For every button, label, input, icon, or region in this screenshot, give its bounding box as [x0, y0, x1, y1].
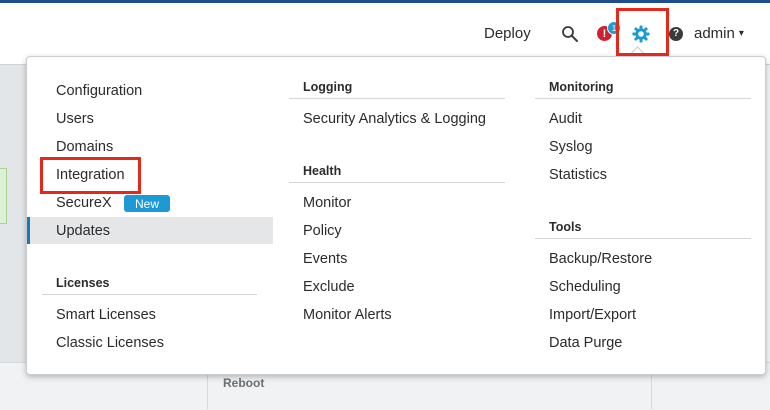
section-title-licenses: Licenses: [56, 276, 110, 290]
deploy-button[interactable]: Deploy: [484, 3, 531, 64]
alert-count-badge: 1: [607, 21, 621, 35]
section-divider: [289, 182, 505, 183]
selected-item-indicator: [27, 217, 30, 244]
section-divider: [42, 294, 257, 295]
help-button[interactable]: ?: [669, 3, 683, 64]
menu-item-data-purge[interactable]: Data Purge: [549, 334, 622, 352]
section-title-tools: Tools: [549, 220, 582, 234]
menu-item-backup-restore[interactable]: Backup/Restore: [549, 250, 652, 268]
menu-item-policy[interactable]: Policy: [303, 222, 342, 240]
section-title-monitoring: Monitoring: [549, 80, 614, 94]
help-icon: ?: [669, 26, 683, 41]
menu-item-monitor[interactable]: Monitor: [303, 194, 351, 212]
system-settings-dropdown: Configuration Users Domains Integration …: [26, 56, 766, 375]
new-badge: New: [124, 195, 170, 212]
menu-item-integration[interactable]: Integration: [56, 166, 125, 184]
background-success-panel: [0, 168, 7, 224]
menu-item-domains[interactable]: Domains: [56, 138, 113, 156]
section-title-logging: Logging: [303, 80, 353, 94]
caret-down-icon: ▾: [738, 28, 744, 39]
user-name-label: admin: [694, 25, 735, 42]
menu-item-smart-licenses[interactable]: Smart Licenses: [56, 306, 156, 324]
menu-item-syslog[interactable]: Syslog: [549, 138, 593, 156]
gear-icon: [632, 24, 650, 43]
menu-item-events[interactable]: Events: [303, 250, 347, 268]
menu-item-statistics[interactable]: Statistics: [549, 166, 607, 184]
search-icon: [562, 25, 578, 42]
user-menu-button[interactable]: admin ▾: [694, 3, 744, 64]
section-divider: [289, 98, 505, 99]
menu-item-monitor-alerts[interactable]: Monitor Alerts: [303, 306, 392, 324]
menu-item-updates[interactable]: Updates: [56, 222, 110, 240]
search-button[interactable]: [561, 3, 579, 64]
menu-item-scheduling[interactable]: Scheduling: [549, 278, 621, 296]
menu-item-configuration[interactable]: Configuration: [56, 82, 142, 100]
menu-item-securex[interactable]: SecureX: [56, 194, 112, 212]
section-title-health: Health: [303, 164, 342, 178]
menu-item-exclude[interactable]: Exclude: [303, 278, 355, 296]
menu-item-import-export[interactable]: Import/Export: [549, 306, 636, 324]
alerts-button[interactable]: ! 1: [597, 3, 621, 64]
background-reboot-label: Reboot: [223, 376, 265, 390]
menu-item-audit[interactable]: Audit: [549, 110, 582, 128]
section-divider: [535, 98, 751, 99]
section-divider: [535, 238, 751, 239]
menu-item-classic-licenses[interactable]: Classic Licenses: [56, 334, 164, 352]
background-right-edge: [766, 64, 770, 409]
menu-item-users[interactable]: Users: [56, 110, 94, 128]
background-left-rail: [0, 64, 26, 409]
menu-item-security-analytics-logging[interactable]: Security Analytics & Logging: [303, 110, 486, 128]
